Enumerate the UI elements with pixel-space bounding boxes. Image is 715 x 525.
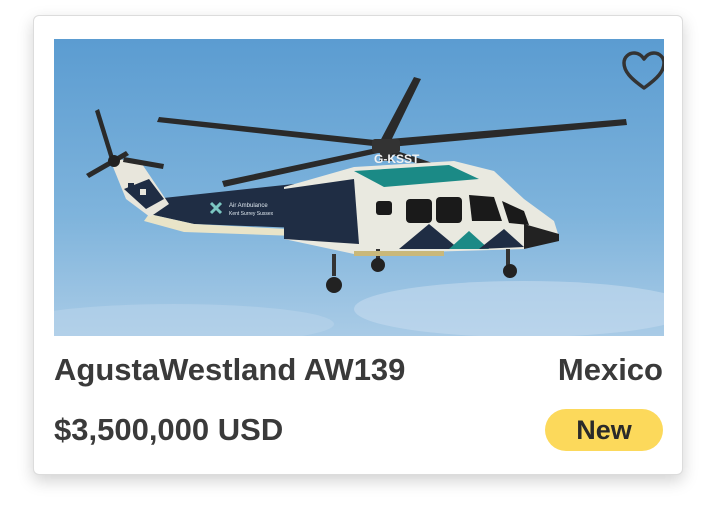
listing-card[interactable]: G-KSST Air Ambulance Kent Surrey Sussex … bbox=[33, 15, 683, 475]
listing-photo[interactable]: G-KSST Air Ambulance Kent Surrey Sussex bbox=[54, 39, 664, 336]
favorite-button[interactable] bbox=[620, 49, 664, 93]
helicopter-image: G-KSST Air Ambulance Kent Surrey Sussex bbox=[54, 39, 664, 336]
svg-text:Air Ambulance: Air Ambulance bbox=[229, 203, 268, 209]
listing-price: $3,500,000 USD bbox=[54, 412, 284, 447]
svg-text:Kent Surrey Sussex: Kent Surrey Sussex bbox=[229, 211, 274, 217]
svg-text:G-KSST: G-KSST bbox=[374, 152, 420, 166]
heart-outline-icon bbox=[622, 51, 664, 90]
condition-badge: New bbox=[545, 409, 663, 451]
listing-location: Mexico bbox=[557, 352, 663, 387]
listing-title[interactable]: AgustaWestland AW139 bbox=[54, 352, 405, 388]
